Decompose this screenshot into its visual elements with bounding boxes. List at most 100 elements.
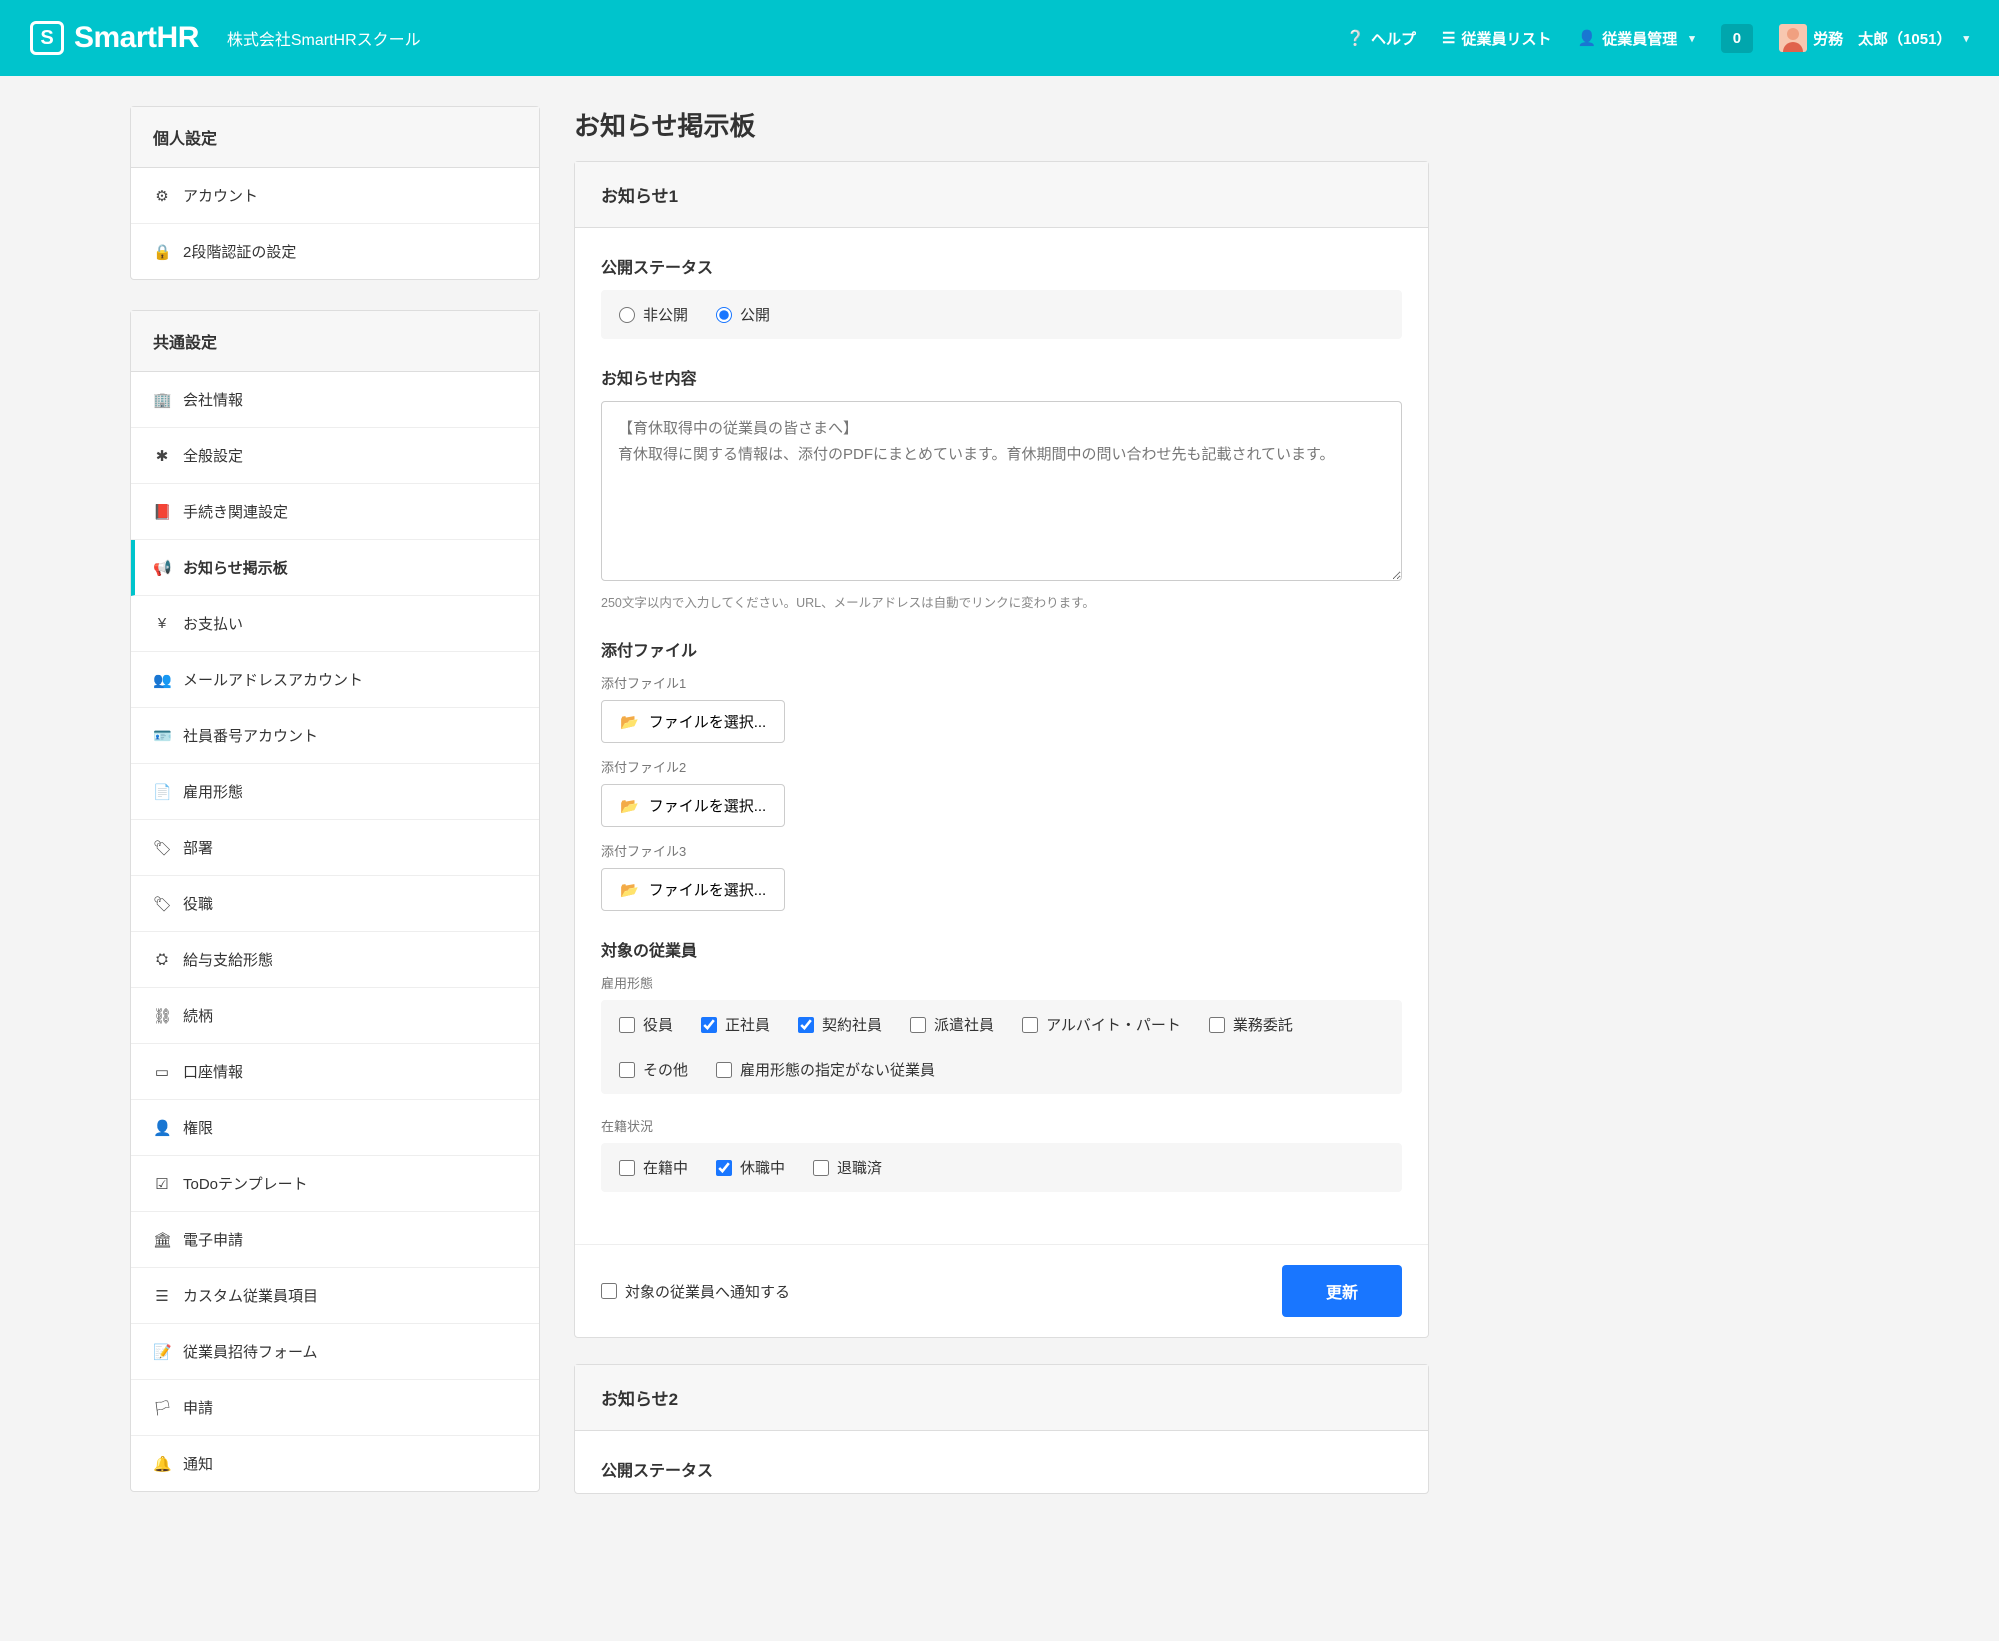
menu-label: メールアドレスアカウント [183, 669, 363, 690]
menu-label: 給与支給形態 [183, 949, 273, 970]
enrollment-label: 在籍中 [643, 1157, 688, 1178]
menu-label: 申請 [183, 1397, 213, 1418]
content-textarea[interactable] [601, 401, 1402, 581]
enrollment-option[interactable]: 在籍中 [619, 1157, 688, 1178]
emp-type-label: 業務委託 [1233, 1014, 1293, 1035]
emp-type-checkbox[interactable] [910, 1017, 926, 1033]
sidebar-item[interactable]: ☰カスタム従業員項目 [131, 1268, 539, 1324]
emp-type-checkbox[interactable] [1209, 1017, 1225, 1033]
emp-type-checkbox[interactable] [716, 1062, 732, 1078]
sidebar-item[interactable]: 👤権限 [131, 1100, 539, 1156]
menu-label: 社員番号アカウント [183, 725, 318, 746]
sidebar-item[interactable]: ⛭ 給与支給形態 [131, 932, 539, 988]
menu-label: 通知 [183, 1453, 213, 1474]
brand[interactable]: S SmartHR [30, 21, 199, 55]
notify-checkbox[interactable] [601, 1283, 617, 1299]
menu-icon: 📄 [153, 783, 171, 801]
content-hint: 250文字以内で入力してください。URL、メールアドレスは自動でリンクに変わりま… [601, 592, 1402, 611]
sidebar-item[interactable]: 🏛電子申請 [131, 1212, 539, 1268]
notify-option[interactable]: 対象の従業員へ通知する [601, 1281, 790, 1302]
menu-label: アカウント [183, 185, 258, 206]
emp-type-label: その他 [643, 1059, 688, 1080]
menu-label: 口座情報 [183, 1061, 243, 1082]
sidebar-item[interactable]: ⛓続柄 [131, 988, 539, 1044]
sidebar-item[interactable]: 🏷部署 [131, 820, 539, 876]
menu-icon: 🏷 [153, 839, 171, 857]
file-select-button[interactable]: 📂ファイルを選択... [601, 700, 785, 743]
status-public-option[interactable]: 公開 [716, 304, 770, 325]
enrollment-checkbox[interactable] [716, 1160, 732, 1176]
menu-icon: 🏢 [153, 391, 171, 409]
help-icon: ❔ [1346, 29, 1365, 47]
emp-type-option[interactable]: 派遣社員 [910, 1014, 994, 1035]
status-private-radio[interactable] [619, 307, 635, 323]
emp-type-label: 派遣社員 [934, 1014, 994, 1035]
menu-label: 役職 [183, 893, 213, 914]
enrollment-checkbox[interactable] [619, 1160, 635, 1176]
status-public-radio[interactable] [716, 307, 732, 323]
target-label: 対象の従業員 [601, 937, 1402, 961]
menu-icon: 🏷 [153, 895, 171, 913]
employee-list-link[interactable]: ☰ 従業員リスト [1442, 28, 1551, 49]
user-menu[interactable]: 労務 太郎（1051） [1779, 24, 1969, 52]
emp-type-checkbox[interactable] [798, 1017, 814, 1033]
sidebar-item[interactable]: ¥お支払い [131, 596, 539, 652]
sidebar-item[interactable]: 📄雇用形態 [131, 764, 539, 820]
sidebar-item[interactable]: ✱全般設定 [131, 428, 539, 484]
menu-label: 電子申請 [183, 1229, 243, 1250]
help-link[interactable]: ❔ ヘルプ [1346, 28, 1416, 49]
emp-type-label: 役員 [643, 1014, 673, 1035]
emp-type-checkbox[interactable] [701, 1017, 717, 1033]
sidebar-item[interactable]: 📝従業員招待フォーム [131, 1324, 539, 1380]
menu-label: 従業員招待フォーム [183, 1341, 318, 1362]
emp-type-checkbox[interactable] [619, 1017, 635, 1033]
sidebar-item[interactable]: 👥メールアドレスアカウント [131, 652, 539, 708]
sidebar-item[interactable]: 🏷 役職 [131, 876, 539, 932]
common-settings-panel: 共通設定 🏢会社情報✱全般設定📕手続き関連設定📢お知らせ掲示板¥お支払い👥メール… [130, 310, 540, 1492]
emp-type-checkbox[interactable] [1022, 1017, 1038, 1033]
sidebar-item[interactable]: 🏳 申請 [131, 1380, 539, 1436]
menu-icon: ✱ [153, 447, 171, 465]
sidebar-item[interactable]: 🔒2段階認証の設定 [131, 224, 539, 279]
menu-icon: ⛭ [153, 951, 171, 968]
sidebar-item[interactable]: 🔔 通知 [131, 1436, 539, 1491]
emp-type-option[interactable]: 正社員 [701, 1014, 770, 1035]
emp-type-sublabel: 雇用形態 [601, 973, 1402, 992]
sidebar-item[interactable]: 📢お知らせ掲示板 [131, 540, 539, 596]
emp-type-option[interactable]: その他 [619, 1059, 688, 1080]
emp-type-option[interactable]: 契約社員 [798, 1014, 882, 1035]
notification-badge[interactable]: 0 [1721, 24, 1753, 53]
file-select-button[interactable]: 📂ファイルを選択... [601, 868, 785, 911]
sidebar-item[interactable]: 🪪社員番号アカウント [131, 708, 539, 764]
menu-icon: 👤 [153, 1119, 171, 1137]
sidebar-item[interactable]: ⚙アカウント [131, 168, 539, 224]
enrollment-checkbox[interactable] [813, 1160, 829, 1176]
menu-label: 手続き関連設定 [183, 501, 288, 522]
enrollment-option[interactable]: 退職済 [813, 1157, 882, 1178]
update-button[interactable]: 更新 [1282, 1265, 1402, 1317]
file-select-label: ファイルを選択... [649, 795, 767, 816]
status-private-option[interactable]: 非公開 [619, 304, 688, 325]
enrollment-label: 退職済 [837, 1157, 882, 1178]
emp-type-option[interactable]: 業務委託 [1209, 1014, 1293, 1035]
file-select-button[interactable]: 📂ファイルを選択... [601, 784, 785, 827]
content-label: お知らせ内容 [601, 365, 1402, 389]
sidebar-item[interactable]: 🏢会社情報 [131, 372, 539, 428]
menu-icon: 🔔 [153, 1455, 171, 1473]
emp-type-checkbox[interactable] [619, 1062, 635, 1078]
emp-type-checkboxes: 役員 正社員 契約社員 派遣社員 アルバイト・パート 業務委託その他 雇用形態の指定がない従… [601, 1000, 1402, 1094]
menu-icon: 📢 [153, 559, 171, 577]
sidebar-item[interactable]: 📕手続き関連設定 [131, 484, 539, 540]
status-private-label: 非公開 [643, 304, 688, 325]
employee-mgmt-menu[interactable]: 👤 従業員管理 [1578, 28, 1695, 49]
sidebar-item[interactable]: ▭口座情報 [131, 1044, 539, 1100]
menu-label: ToDoテンプレート [183, 1173, 308, 1194]
emp-type-option[interactable]: 役員 [619, 1014, 673, 1035]
menu-icon: 🏳 [153, 1399, 171, 1417]
notice1-header: お知らせ1 [575, 162, 1428, 228]
sidebar-item[interactable]: ☑ToDoテンプレート [131, 1156, 539, 1212]
enrollment-option[interactable]: 休職中 [716, 1157, 785, 1178]
enrollment-label: 休職中 [740, 1157, 785, 1178]
emp-type-option[interactable]: アルバイト・パート [1022, 1014, 1181, 1035]
emp-type-option[interactable]: 雇用形態の指定がない従業員 [716, 1059, 935, 1080]
